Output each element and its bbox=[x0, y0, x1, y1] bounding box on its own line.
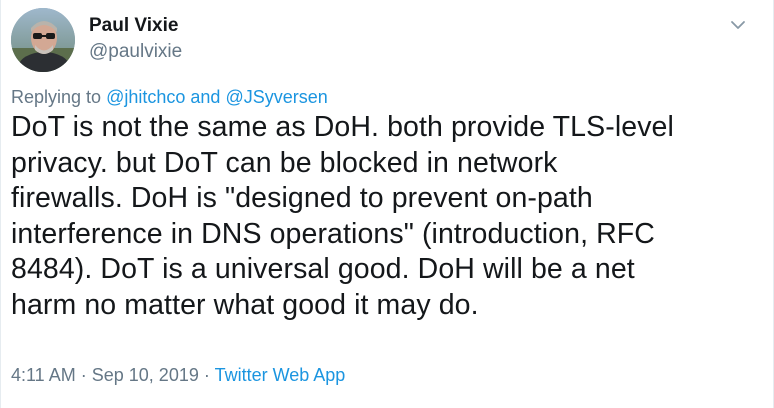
tweet-text-line: interference in DNS operations" (introdu… bbox=[11, 217, 655, 250]
tweet-card: Paul Vixie @paulvixie Replying to @jhitc… bbox=[0, 0, 774, 408]
tweet-text-line: harm no matter what good it may do. bbox=[11, 288, 479, 321]
user-handle[interactable]: @paulvixie bbox=[89, 40, 182, 64]
chevron-down-icon[interactable] bbox=[727, 14, 749, 36]
mention-link-1[interactable]: @jhitchco bbox=[106, 87, 185, 107]
tweet-text-line: 8484). DoT is a universal good. DoH will… bbox=[11, 253, 635, 285]
avatar-image bbox=[11, 8, 75, 72]
tweet-meta: 4:11 AM · Sep 10, 2019 · Twitter Web App bbox=[11, 364, 345, 386]
replying-conjunction[interactable]: and bbox=[190, 87, 220, 107]
source-link[interactable]: Twitter Web App bbox=[215, 365, 346, 385]
display-name[interactable]: Paul Vixie bbox=[89, 14, 182, 38]
tweet-text-line: privacy. but DoT can be blocked in netwo… bbox=[11, 146, 558, 179]
tweet-date[interactable]: Sep 10, 2019 bbox=[92, 365, 199, 385]
author-names: Paul Vixie @paulvixie bbox=[89, 14, 182, 64]
tweet-text-line: DoT is not the same as DoH. both provide… bbox=[11, 111, 674, 143]
mention-link-2[interactable]: @JSyversen bbox=[225, 87, 327, 107]
avatar[interactable] bbox=[11, 8, 75, 72]
tweet-time[interactable]: 4:11 AM bbox=[11, 365, 76, 385]
tweet-header: Paul Vixie @paulvixie bbox=[11, 8, 763, 72]
replying-to: Replying to @jhitchco and @JSyversen bbox=[11, 86, 328, 108]
tweet-text-line: firewalls. DoH is "designed to prevent o… bbox=[11, 182, 593, 214]
meta-separator: · bbox=[80, 365, 87, 385]
tweet-text: DoT is not the same as DoH. both provide… bbox=[11, 110, 751, 323]
meta-separator: · bbox=[203, 365, 210, 385]
replying-prefix: Replying to bbox=[11, 87, 102, 107]
